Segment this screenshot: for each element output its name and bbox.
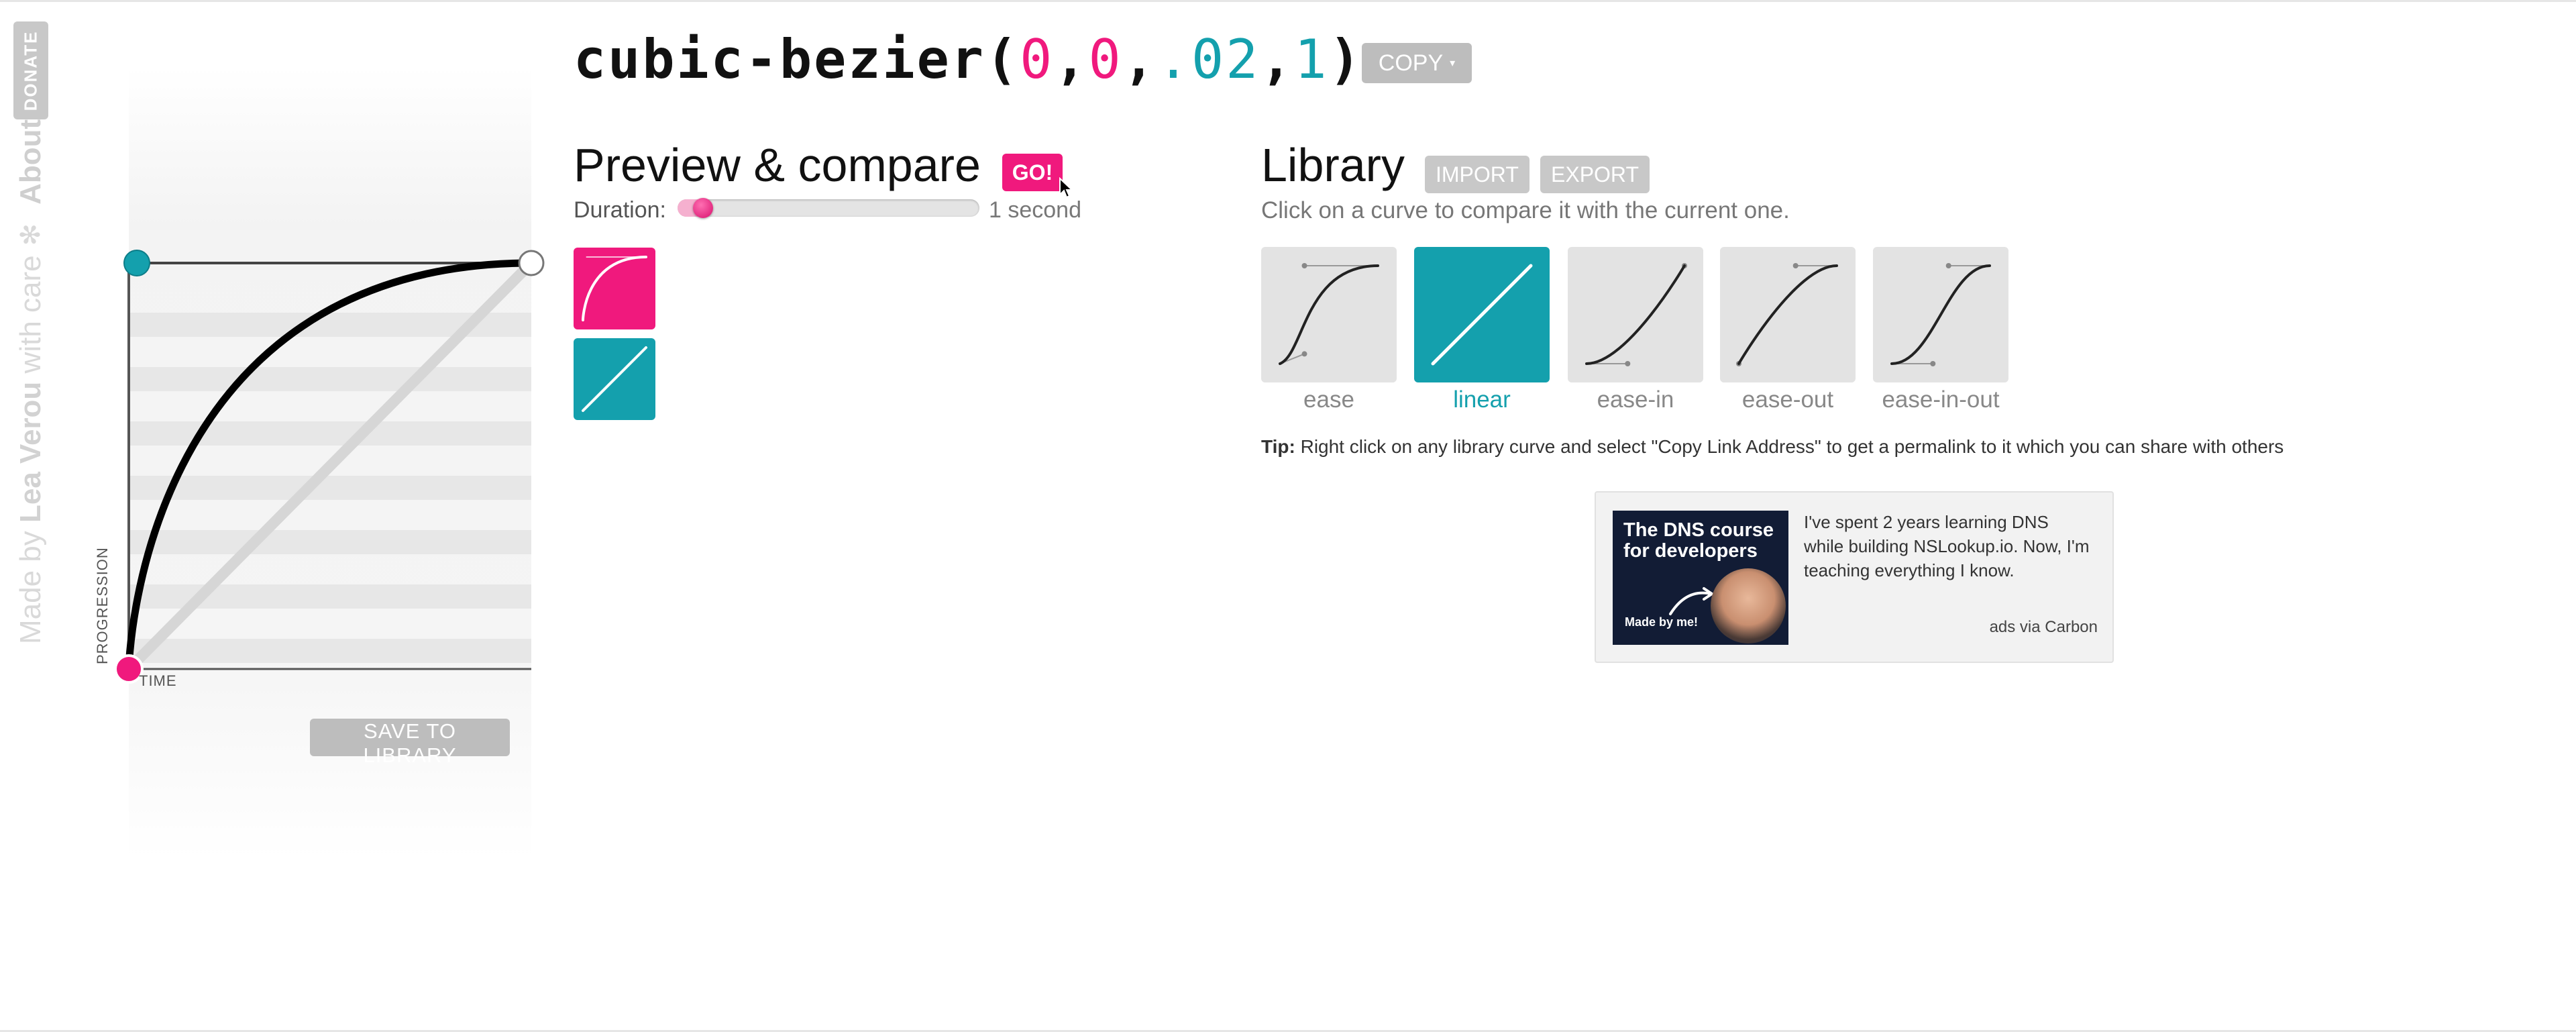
page-title: cubic-bezier(0,0,.02,1) [574,28,1363,91]
preview-title: Preview & compare [574,139,981,191]
tip-body: Right click on any library curve and sel… [1295,436,2284,457]
curve-thumbnail-icon [1890,263,1991,366]
handle-point [1792,263,1799,268]
donate-button[interactable]: DONATE [13,21,48,119]
curve-thumbnail-icon [1736,263,1838,366]
preview-curve [582,256,647,321]
library-curve [1431,264,1533,366]
author-link[interactable]: Lea Verou [14,382,48,523]
library-item-label: linear [1453,386,1511,413]
preview-curve-icon [582,256,647,321]
chevron-down-icon: ▾ [1450,58,1456,69]
title-suffix: ) [1328,28,1363,91]
library-item-linear[interactable]: linear [1414,247,1550,413]
carbon-ad[interactable]: The DNS course for developers Made by me… [1595,491,2114,663]
ad-image[interactable]: The DNS course for developers Made by me… [1613,511,1788,645]
copy-button[interactable]: COPY ▾ [1362,43,1472,83]
donate-label: DONATE [20,30,41,111]
p2y-value: 1 [1294,28,1329,91]
title-prefix: cubic-bezier( [574,28,1020,91]
library-curve [1890,264,1991,365]
about-link[interactable]: About [14,119,48,205]
library-curve [1279,264,1379,365]
time-label: TIME [139,672,177,689]
progression-label: PROGRESSION [94,547,111,664]
curve-thumbnail-icon [1279,263,1379,365]
tip-text: Tip: Right click on any library curve an… [1261,436,2284,458]
save-to-library-button[interactable]: SAVE TO LIBRARY [310,719,510,767]
go-button[interactable]: GO! [1002,154,1063,191]
p1y-value: 0 [1088,28,1123,91]
ad-text[interactable]: I've spent 2 years learning DNS while bu… [1804,510,2092,582]
copy-label: COPY [1378,50,1444,76]
p2x-value: .02 [1157,28,1260,91]
library-item-label: ease-out [1741,386,1834,413]
import-button[interactable]: IMPORT [1425,156,1529,193]
library-item-ease-in[interactable]: ease-in [1568,247,1703,413]
p1x-value: 0 [1020,28,1055,91]
made-by-text: Made by [14,531,47,644]
library-thumb [1414,247,1550,382]
handle-point [1301,351,1307,357]
preview-curve [582,346,647,412]
library-item-ease[interactable]: ease [1261,247,1397,413]
title-sep: , [1122,28,1157,91]
library-thumb [1873,247,2008,382]
library-item-ease-in-out[interactable]: ease-in-out [1873,247,2008,413]
preview-box-current[interactable] [574,248,655,329]
library-thumb [1568,247,1703,382]
library-thumb [1720,247,1856,382]
author-photo [1711,568,1786,643]
tip-label: Tip: [1261,436,1295,457]
curve-thumbnail-icon [1585,263,1687,366]
handle-point [1945,263,1951,268]
ads-via-carbon-link[interactable]: ads via Carbon [1990,618,2098,637]
library-title: Library [1261,139,1405,191]
title-sep: , [1054,28,1089,91]
mouse-cursor-icon [1059,177,1073,199]
library-item-label: ease [1303,386,1354,413]
with-care-text: with care [14,255,47,374]
handle-point [1301,263,1307,268]
preview-box-compare[interactable] [574,338,655,420]
library-curve [1585,264,1686,365]
title-sep: , [1260,28,1295,91]
ad-image-caption: Made by me! [1625,615,1699,629]
duration-slider-thumb[interactable] [692,198,713,218]
top-border [0,0,2576,2]
star-icon: ✻ [16,223,46,246]
library-item-label: ease-in [1597,386,1674,413]
handle-point [1930,361,1936,366]
duration-slider[interactable] [678,198,979,218]
preview-curve-icon [582,346,647,412]
credits: Made by Lea Verou with care ✻ About [13,119,48,644]
library-thumb [1261,247,1397,382]
duration-value: 1 second [989,197,1081,223]
curve-thumbnail-icon [1431,264,1533,366]
library-curve [1737,264,1838,365]
library-subtitle: Click on a curve to compare it with the … [1261,197,1790,223]
ad-image-title: The DNS course for developers [1623,519,1774,562]
library-item-label: ease-in-out [1882,386,2000,413]
duration-label: Duration: [574,197,666,223]
handle-point [1625,361,1631,366]
library-item-ease-out[interactable]: ease-out [1720,247,1856,413]
export-button[interactable]: EXPORT [1540,156,1650,193]
